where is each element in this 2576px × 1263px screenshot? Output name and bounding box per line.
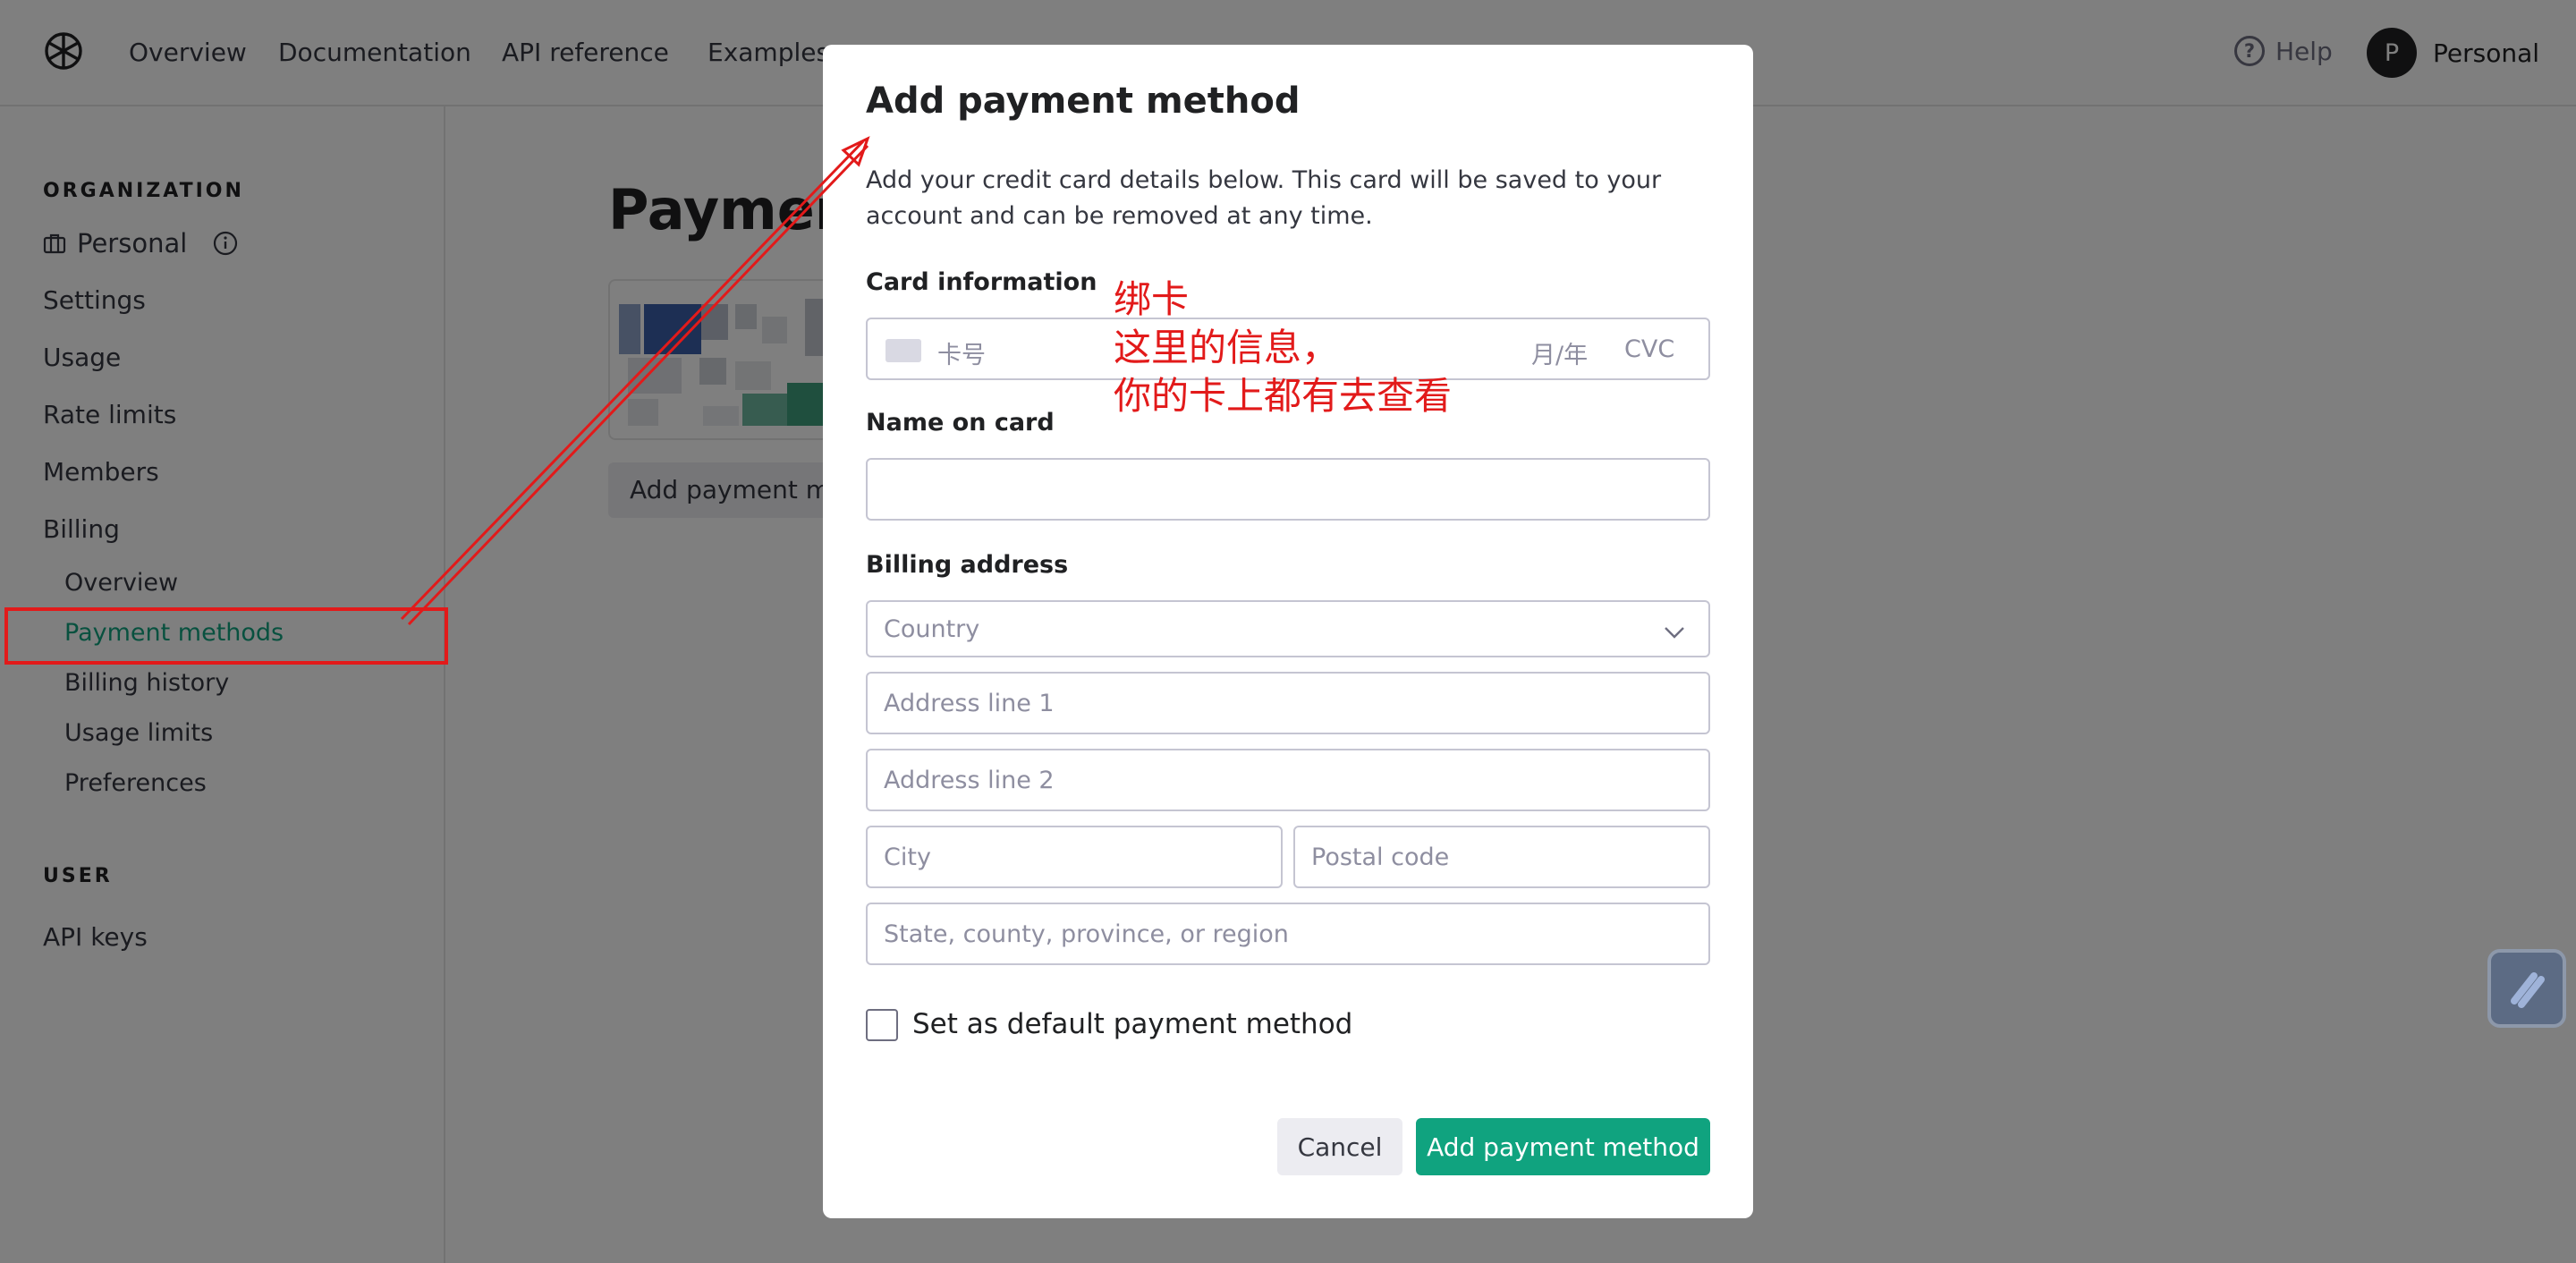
lightning-icon xyxy=(2511,972,2545,1008)
modal-description: Add your credit card details below. This… xyxy=(866,166,1662,230)
card-expiry-input[interactable]: 月/年 xyxy=(1531,335,1588,370)
postal-code-input[interactable] xyxy=(1293,826,1710,888)
card-information-label: Card information xyxy=(866,268,1097,296)
country-select[interactable]: Country xyxy=(866,600,1710,657)
annotation-note: 绑卡 这里的信息， 你的卡上都有去查看 xyxy=(1114,277,1453,418)
address-line-2-input[interactable] xyxy=(866,749,1710,811)
cancel-button[interactable]: Cancel xyxy=(1277,1118,1402,1175)
default-payment-label[interactable]: Set as default payment method xyxy=(912,1008,1352,1040)
country-select-value: Country xyxy=(884,615,980,643)
chevron-down-icon xyxy=(1665,627,1684,639)
name-on-card-label: Name on card xyxy=(866,409,1055,437)
modal-title: Add payment method xyxy=(866,81,1301,122)
default-payment-checkbox[interactable] xyxy=(866,1009,898,1041)
state-region-input[interactable] xyxy=(866,903,1710,965)
city-input[interactable] xyxy=(866,826,1283,888)
billing-address-label: Billing address xyxy=(866,551,1069,579)
add-payment-modal: Add payment method Add your credit card … xyxy=(823,45,1753,1218)
add-payment-method-button[interactable]: Add payment method xyxy=(1416,1118,1710,1175)
card-cvc-input[interactable]: CVC xyxy=(1624,335,1674,363)
credit-card-icon xyxy=(886,339,921,362)
app-root: Overview Documentation API reference Exa… xyxy=(0,0,2576,1263)
name-on-card-input[interactable] xyxy=(866,458,1710,521)
card-number-input[interactable]: 卡号 xyxy=(937,335,986,370)
floating-assistant-widget[interactable] xyxy=(2487,949,2566,1028)
annotation-highlight-box xyxy=(4,607,448,665)
address-line-1-input[interactable] xyxy=(866,672,1710,734)
